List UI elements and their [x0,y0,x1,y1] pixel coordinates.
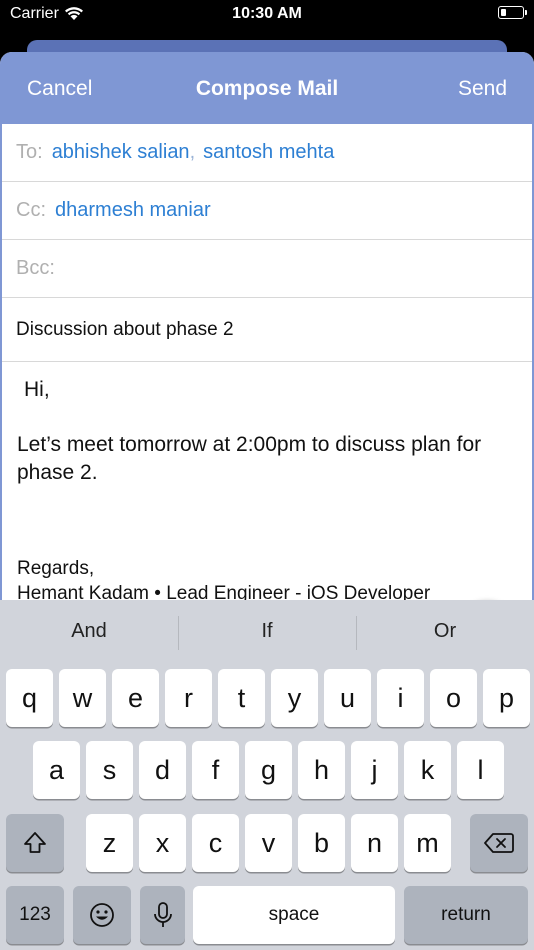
shift-icon [24,832,46,853]
bcc-field[interactable]: Bcc: [2,240,532,298]
key-i[interactable]: i [377,669,424,727]
key-u[interactable]: u [324,669,371,727]
key-g[interactable]: g [245,741,292,799]
battery-level [501,9,506,16]
key-w[interactable]: w [59,669,106,727]
suggestion-item[interactable]: Or [356,615,534,650]
key-e[interactable]: e [112,669,159,727]
body-message: Let’s meet tomorrow at 2:00pm to discuss… [17,433,482,484]
recipient-separator: , [189,141,196,163]
key-k[interactable]: k [404,741,451,799]
key-b[interactable]: b [298,814,345,872]
key-c[interactable]: c [192,814,239,872]
status-bar: Carrier 10:30 AM [0,0,534,30]
dictation-key[interactable] [140,886,185,944]
key-s[interactable]: s [86,741,133,799]
body-signoff: Regards, [17,558,95,579]
screen: Carrier 10:30 AM Cancel Compose Mail Sen… [0,0,534,950]
body-greeting: Hi, [24,378,50,401]
suggestion-bar: And If Or [0,600,534,662]
key-f[interactable]: f [192,741,239,799]
numbers-key[interactable]: 123 [6,886,64,944]
return-key[interactable]: return [404,886,528,944]
to-label: To: [16,141,43,163]
key-r[interactable]: r [165,669,212,727]
keyboard: And If Or qwertyuiop asdfghjkl zxcvbnm 123 [0,600,534,950]
cancel-button[interactable]: Cancel [27,77,92,101]
key-m[interactable]: m [404,814,451,872]
status-time: 10:30 AM [232,5,302,22]
bcc-label: Bcc: [16,257,55,279]
cc-label: Cc: [16,199,46,221]
key-t[interactable]: t [218,669,265,727]
message-body[interactable]: Hi, Let’s meet tomorrow at 2:00pm to dis… [2,362,532,606]
backspace-key[interactable] [470,814,528,872]
key-z[interactable]: z [86,814,133,872]
key-y[interactable]: y [271,669,318,727]
key-j[interactable]: j [351,741,398,799]
nav-bar: Cancel Compose Mail Send [0,52,534,124]
shift-key[interactable] [6,814,64,872]
battery-icon [498,6,527,19]
key-p[interactable]: p [483,669,530,727]
key-o[interactable]: o [430,669,477,727]
send-button[interactable]: Send [458,77,507,101]
compose-sheet: Cancel Compose Mail Send To: abhishek sa… [0,52,534,612]
key-d[interactable]: d [139,741,186,799]
recipient-token[interactable]: abhishek salian [52,141,190,164]
emoji-key[interactable] [73,886,131,944]
subject-text: Discussion about phase 2 [16,318,234,340]
recipient-token[interactable]: dharmesh maniar [55,199,211,222]
backspace-icon [484,833,514,853]
recipient-token[interactable]: santosh mehta [203,141,334,164]
key-v[interactable]: v [245,814,292,872]
suggestion-item[interactable]: And [0,620,178,643]
cc-field[interactable]: Cc: dharmesh maniar [2,182,532,240]
space-key[interactable]: space [193,886,395,944]
to-field[interactable]: To: abhishek salian , santosh mehta [2,124,532,182]
key-h[interactable]: h [298,741,345,799]
key-q[interactable]: q [6,669,53,727]
suggestion-item[interactable]: If [178,615,356,650]
microphone-icon [153,902,172,927]
emoji-icon [90,903,114,927]
compose-form: To: abhishek salian , santosh mehta Cc: … [0,124,534,612]
key-n[interactable]: n [351,814,398,872]
key-l[interactable]: l [457,741,504,799]
key-x[interactable]: x [139,814,186,872]
key-a[interactable]: a [33,741,80,799]
subject-field[interactable]: Discussion about phase 2 [2,298,532,362]
